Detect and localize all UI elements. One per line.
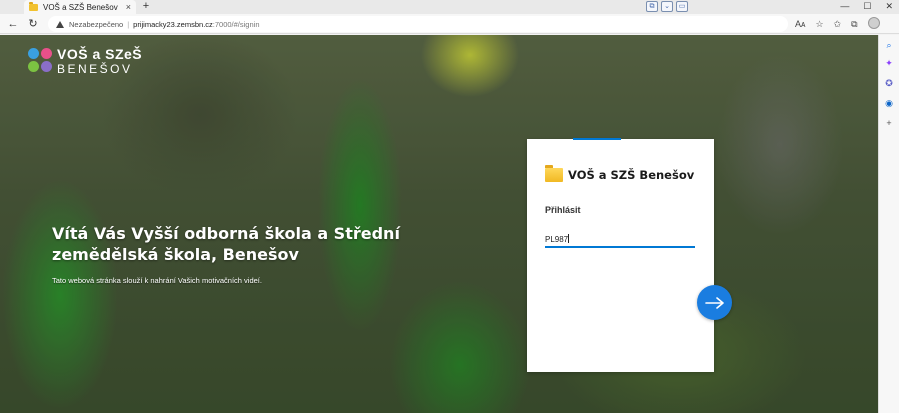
favorite-icon[interactable]: ☆: [815, 17, 823, 31]
collapse-icon[interactable]: ⌄: [661, 1, 673, 12]
signin-label: Přihlásit: [545, 205, 581, 215]
logo-dot: [28, 48, 39, 59]
new-tab-button[interactable]: +: [140, 0, 152, 14]
arrow-right-icon: [704, 296, 724, 309]
folder-icon: [545, 165, 563, 182]
toolbar-icons: Aᴀ ☆ ✩ ⧉: [795, 17, 880, 31]
browser-tab[interactable]: VOŠ a SZŠ Benešov ×: [24, 0, 136, 14]
browser-toolbar: ← ↻ Nezabezpečeno | prijimacky23.zemsbn.…: [0, 14, 899, 34]
back-button[interactable]: ←: [6, 17, 20, 31]
copilot-icon[interactable]: ✦: [883, 57, 895, 69]
card-accent-bar: [573, 138, 621, 140]
profile-avatar-icon[interactable]: [867, 17, 880, 29]
logo-dots-icon: [28, 48, 52, 72]
close-window-button[interactable]: ✕: [885, 0, 893, 13]
tab-favicon-folder-icon: [29, 1, 38, 11]
logo-dot: [28, 61, 39, 72]
window-controls: — ☐ ✕: [840, 0, 893, 13]
favorites-icon[interactable]: ✩: [834, 17, 842, 31]
add-icon[interactable]: +: [883, 117, 895, 129]
address-separator: |: [127, 19, 130, 29]
logo-dot: [41, 48, 52, 59]
url-path: :7000/#/signin: [212, 19, 260, 29]
logo-dot: [41, 61, 52, 72]
login-card: VOŠ a SZŠ Benešov Přihlásit: [527, 138, 714, 372]
card-title-text: VOŠ a SZŠ Benešov: [568, 168, 695, 182]
logo-line2: BENEŠOV: [57, 62, 133, 76]
reload-button[interactable]: ↻: [26, 17, 40, 31]
snap-layout-icon[interactable]: ⧉: [646, 1, 658, 12]
url-host: prijimacky23.zemsbn.cz: [133, 19, 213, 29]
browser-sidebar: ⌕ ✦ ✪ ◉ +: [878, 35, 899, 413]
outlook-icon[interactable]: ◉: [883, 97, 895, 109]
monitor-icon[interactable]: ▭: [676, 1, 688, 12]
security-label[interactable]: Nezabezpečeno: [69, 20, 123, 29]
read-aloud-icon[interactable]: Aᴀ: [795, 17, 805, 31]
logo-text: VOŠ a SZeŠ BENEŠOV: [57, 47, 142, 75]
welcome-section: Vítá Vás Vyšší odborná škola a Střední z…: [52, 223, 412, 285]
search-icon[interactable]: ⌕: [883, 39, 895, 51]
text-caret: [568, 234, 569, 243]
tab-close-icon[interactable]: ×: [126, 2, 131, 12]
page-background-photo: VOŠ a SZeŠ BENEŠOV Vítá Vás Vyšší odborn…: [0, 35, 878, 413]
welcome-heading: Vítá Vás Vyšší odborná škola a Střední z…: [52, 224, 400, 264]
logo-line1: VOŠ a SZeŠ: [57, 46, 143, 62]
maximize-button[interactable]: ☐: [863, 0, 871, 13]
window-extension-icons: ⧉ ⌄ ▭: [646, 1, 688, 12]
minimize-button[interactable]: —: [840, 0, 849, 13]
code-input-wrapper: [545, 228, 695, 248]
games-icon[interactable]: ✪: [883, 77, 895, 89]
tab-title: VOŠ a SZŠ Benešov: [43, 2, 118, 12]
next-button[interactable]: [697, 285, 732, 320]
card-title: VOŠ a SZŠ Benešov: [545, 165, 695, 182]
address-bar[interactable]: Nezabezpečeno | prijimacky23.zemsbn.cz :…: [48, 16, 788, 32]
collections-icon[interactable]: ⧉: [851, 17, 857, 31]
school-logo: VOŠ a SZeŠ BENEŠOV: [28, 47, 142, 75]
browser-titlebar: VOŠ a SZŠ Benešov × + ⧉ ⌄ ▭ — ☐ ✕: [0, 0, 899, 14]
welcome-subtext: Tato webová stránka slouží k nahrání Vaš…: [52, 276, 262, 285]
warning-icon: [56, 20, 64, 28]
